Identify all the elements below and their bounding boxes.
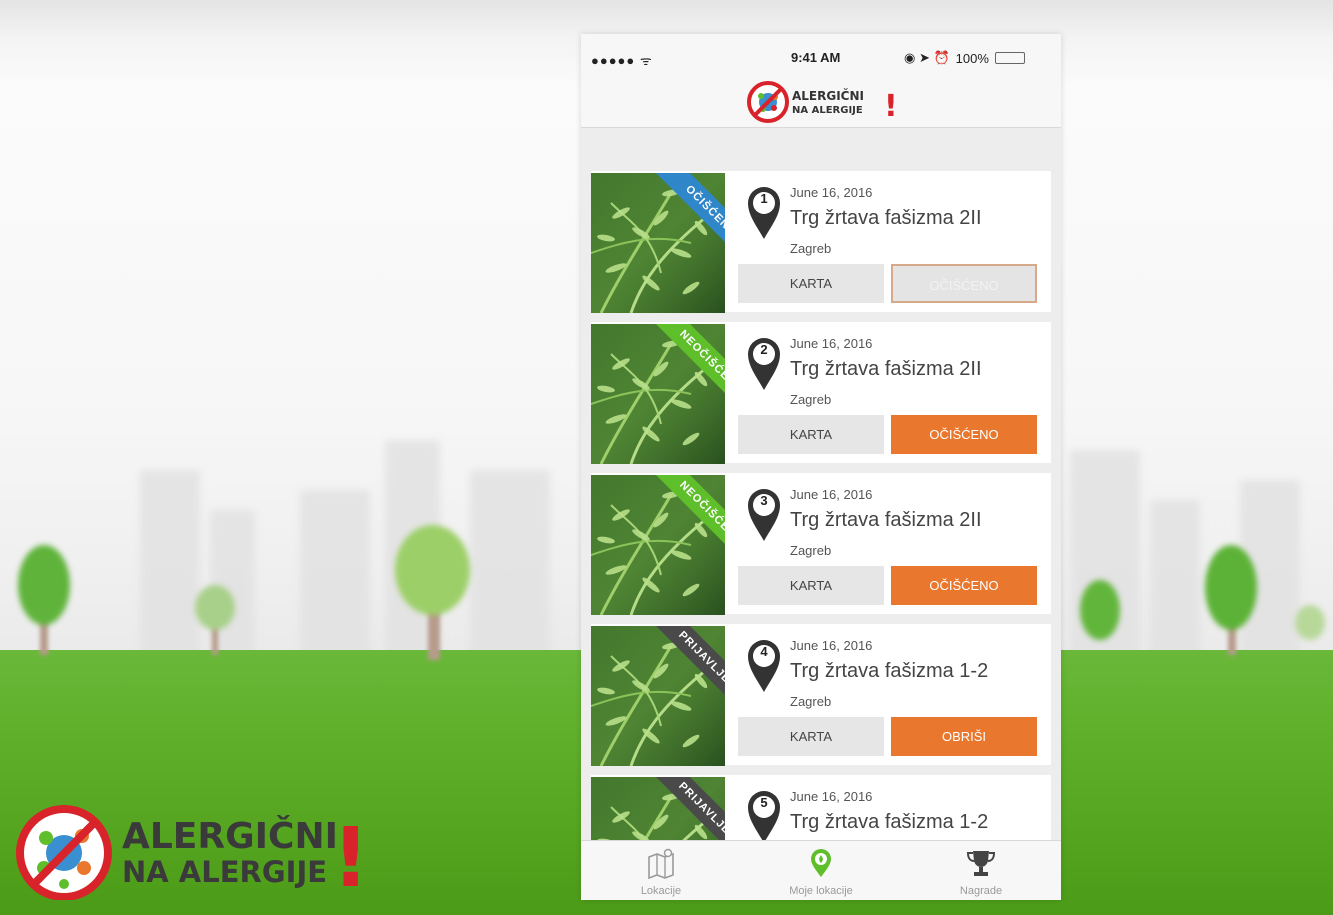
background-building (470, 470, 550, 660)
location-pin-icon: 1 (744, 183, 784, 241)
tab-nagrade[interactable]: Nagrade (901, 841, 1061, 900)
location-number: 1 (760, 191, 768, 206)
map-icon (648, 848, 674, 879)
location-card[interactable]: NEOČIŠĆENO 3 June 16, 2016 Trg žrtava fa… (591, 473, 1051, 614)
location-photo: NEOČIŠĆENO (591, 324, 725, 464)
battery-percent: 100% (955, 50, 989, 66)
location-title: Trg žrtava fašizma 2II (790, 207, 982, 229)
cleaned-button[interactable]: OČIŠĆENO (891, 566, 1037, 605)
map-button[interactable]: KARTA (738, 264, 884, 303)
location-pin-icon (811, 849, 831, 877)
location-pin-icon: 4 (744, 636, 784, 694)
corner-logo-mark: ! (332, 811, 369, 900)
map-button[interactable]: KARTA (738, 415, 884, 454)
location-pin-icon: 2 (744, 334, 784, 392)
corner-logo-line1: ALERGIČNI (122, 815, 338, 857)
app-header: ALERGIČNI NA ALERGIJE ! (581, 78, 1061, 128)
background-building (300, 490, 370, 660)
location-date: June 16, 2016 (790, 185, 873, 200)
location-number: 3 (760, 493, 768, 508)
location-card[interactable]: PRIJAVLJENO 4 June 16, 2016 Trg žrtava f… (591, 624, 1051, 765)
location-number: 4 (760, 644, 768, 659)
battery-icon (994, 52, 1025, 64)
tab-bar: Lokacije Moje lokacije Nagrade (581, 840, 1061, 900)
phone-screen: ●●●●● ᯤ 9:41 AM ◉ ➤ ⏰ 100% ALERGIČNI NA … (581, 34, 1061, 900)
location-date: June 16, 2016 (790, 789, 873, 804)
map-button[interactable]: KARTA (738, 566, 884, 605)
location-number: 5 (760, 795, 768, 810)
tab-label: Lokacije (640, 885, 682, 897)
location-card[interactable]: NEOČIŠĆENO 2 June 16, 2016 Trg žrtava fa… (591, 322, 1051, 463)
corner-logo-line2: NA ALERGIJE (122, 855, 327, 889)
location-photo: PRIJAVLJENO (591, 626, 725, 766)
status-time: 9:41 AM (791, 50, 841, 65)
location-title: Trg žrtava fašizma 1-2 (790, 811, 989, 833)
location-title: Trg žrtava fašizma 1-2 (790, 660, 989, 682)
trophy-icon (966, 851, 996, 876)
tab-label: Nagrade (959, 885, 1003, 897)
tab-lokacije[interactable]: Lokacije (581, 841, 741, 900)
cleaned-button[interactable]: OČIŠĆENO (891, 415, 1037, 454)
background-building (1150, 500, 1200, 660)
tab-label: Moje lokacije (789, 885, 853, 897)
app-logo-mark: ! (884, 89, 896, 124)
tree (1205, 545, 1257, 630)
tree (395, 525, 470, 615)
tree (18, 545, 70, 625)
location-card[interactable]: OČIŠĆENO 1 June 16, 2016 Trg žrtava faši… (591, 171, 1051, 312)
tree (1295, 605, 1325, 640)
status-bar: ●●●●● ᯤ 9:41 AM ◉ ➤ ⏰ 100% (581, 34, 1061, 78)
location-city: Zagreb (790, 392, 832, 407)
location-date: June 16, 2016 (790, 487, 873, 502)
tab-moje-lokacije[interactable]: Moje lokacije (741, 841, 901, 900)
location-pin-icon: 3 (744, 485, 784, 543)
location-city: Zagreb (790, 694, 832, 709)
status-icons: ◉ ➤ ⏰ (904, 50, 950, 65)
cleaned-button[interactable]: OČIŠĆENO (891, 264, 1037, 303)
corner-logo: ALERGIČNI NA ALERGIJE ! (16, 805, 369, 900)
status-right: ◉ ➤ ⏰ 100% (904, 50, 1025, 66)
app-logo-line2: NA ALERGIJE (792, 105, 863, 116)
map-button[interactable]: KARTA (738, 717, 884, 756)
signal-indicator: ●●●●● ᯤ (591, 53, 653, 68)
location-title: Trg žrtava fašizma 2II (790, 358, 982, 380)
tree (195, 585, 235, 630)
background-building (140, 470, 200, 660)
location-date: June 16, 2016 (790, 336, 873, 351)
location-city: Zagreb (790, 241, 832, 256)
app-logo: ALERGIČNI NA ALERGIJE ! (747, 81, 896, 124)
location-city: Zagreb (790, 543, 832, 558)
tree (1080, 580, 1120, 640)
location-photo: OČIŠĆENO (591, 173, 725, 313)
app-logo-line1: ALERGIČNI (792, 88, 864, 103)
location-date: June 16, 2016 (790, 638, 873, 653)
location-number: 2 (760, 342, 768, 357)
location-title: Trg žrtava fašizma 2II (790, 509, 982, 531)
delete-button[interactable]: OBRIŠI (891, 717, 1037, 756)
location-pin-icon: 5 (744, 787, 784, 845)
location-photo: NEOČIŠĆENO (591, 475, 725, 615)
